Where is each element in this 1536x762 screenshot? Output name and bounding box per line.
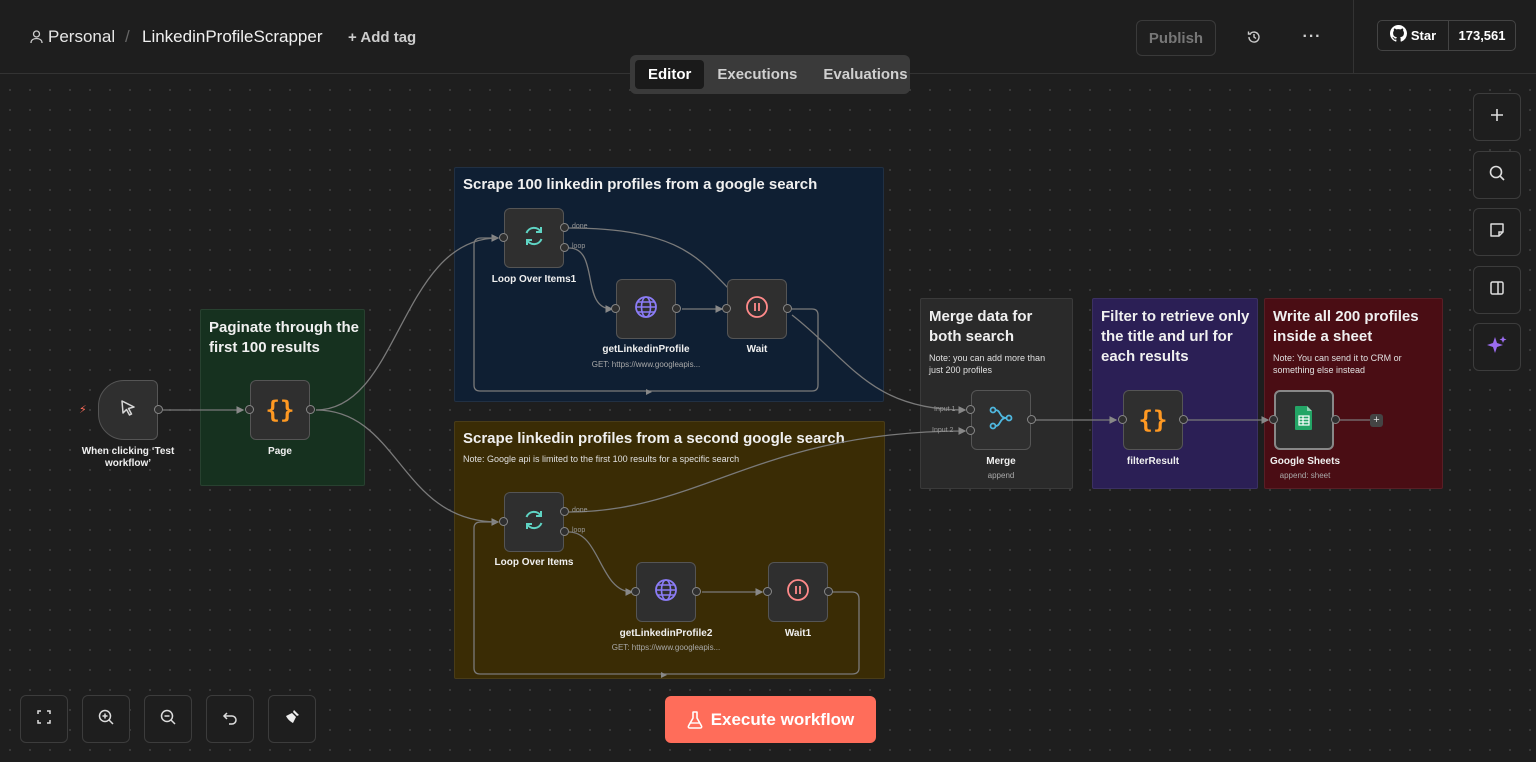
- sparkle-icon: [1486, 334, 1508, 361]
- reset-zoom-button[interactable]: [206, 695, 254, 743]
- panel-icon: [1489, 280, 1505, 301]
- zoom-out-button[interactable]: [144, 695, 192, 743]
- input1-port[interactable]: [966, 405, 975, 414]
- node-label: Google Sheets: [1269, 456, 1340, 467]
- done-port[interactable]: [560, 507, 569, 516]
- output-port[interactable]: [692, 587, 701, 596]
- connections-layer: [163, 227, 1370, 678]
- fit-screen-icon: [36, 709, 52, 730]
- search-nodes-button[interactable]: [1473, 151, 1521, 199]
- code-braces-icon: {}: [265, 396, 295, 424]
- toggle-panel-button[interactable]: [1473, 266, 1521, 314]
- get-linkedin-profile2-node[interactable]: [636, 562, 696, 622]
- loop-port-label: loop: [572, 527, 586, 534]
- input-port[interactable]: [499, 233, 508, 242]
- loop-over-items-node[interactable]: [504, 492, 564, 552]
- zoom-out-icon: [159, 708, 177, 731]
- output-port[interactable]: [306, 405, 315, 414]
- google-sheets-icon: [1294, 405, 1314, 436]
- output-port[interactable]: [783, 304, 792, 313]
- pause-icon: [786, 578, 810, 607]
- loop-port[interactable]: [560, 243, 569, 252]
- execute-label: Execute workflow: [710, 709, 855, 729]
- wait1-node[interactable]: [768, 562, 828, 622]
- filter-result-node[interactable]: {}: [1123, 390, 1183, 450]
- output-port[interactable]: [1027, 415, 1036, 424]
- search-icon: [1488, 164, 1506, 187]
- sticky-note-icon: [1489, 222, 1505, 243]
- input-port[interactable]: [763, 587, 772, 596]
- output-port[interactable]: [154, 405, 163, 414]
- zoom-in-button[interactable]: [82, 695, 130, 743]
- output-port[interactable]: [672, 304, 681, 313]
- node-label: Wait1: [784, 628, 812, 639]
- fit-view-button[interactable]: [20, 695, 68, 743]
- done-port[interactable]: [560, 223, 569, 232]
- manual-trigger-node[interactable]: [98, 380, 158, 440]
- undo-icon: [222, 709, 238, 730]
- merge-icon: [987, 404, 1015, 437]
- node-label: Wait: [746, 344, 768, 355]
- google-sheets-node[interactable]: [1274, 390, 1334, 450]
- merge-node[interactable]: [971, 390, 1031, 450]
- wait-node[interactable]: [727, 279, 787, 339]
- get-linkedin-profile-node[interactable]: [616, 279, 676, 339]
- code-braces-icon: {}: [1138, 406, 1168, 434]
- broom-icon: [283, 708, 301, 731]
- ai-assistant-button[interactable]: [1473, 323, 1521, 371]
- cursor-click-icon: [117, 397, 139, 424]
- node-subtitle: append: [987, 471, 1015, 480]
- node-label: Loop Over Items1: [491, 274, 577, 285]
- input-port[interactable]: [1269, 415, 1278, 424]
- node-subtitle: append: sheet: [1279, 471, 1331, 480]
- input-port[interactable]: [245, 405, 254, 414]
- globe-icon: [633, 294, 659, 325]
- flask-icon: [687, 710, 703, 729]
- input-port[interactable]: [631, 587, 640, 596]
- output-port[interactable]: [1179, 415, 1188, 424]
- node-label: getLinkedinProfile: [602, 344, 690, 355]
- zoom-in-icon: [97, 708, 115, 731]
- output-port[interactable]: [1331, 415, 1340, 424]
- node-label: Loop Over Items: [494, 557, 574, 568]
- input2-label: Input 2: [932, 427, 954, 434]
- page-code-node[interactable]: {}: [250, 380, 310, 440]
- node-subtitle: GET: https://www.googleapis...: [591, 360, 701, 369]
- input-port[interactable]: [499, 517, 508, 526]
- add-node-button[interactable]: [1473, 93, 1521, 141]
- node-label: Page: [268, 446, 292, 457]
- execute-workflow-button[interactable]: Execute workflow: [665, 696, 876, 743]
- input-port[interactable]: [611, 304, 620, 313]
- tidy-up-button[interactable]: [268, 695, 316, 743]
- input-port[interactable]: [722, 304, 731, 313]
- add-sticky-button[interactable]: [1473, 208, 1521, 256]
- loop-port-label: loop: [572, 243, 586, 250]
- loop-refresh-icon: [521, 507, 547, 538]
- node-label: When clicking ‘Test workflow’: [81, 446, 175, 469]
- trigger-bolt-icon: ⚡: [79, 404, 87, 416]
- add-node-plus-icon[interactable]: +: [1370, 414, 1383, 427]
- node-label: getLinkedinProfile2: [619, 628, 713, 639]
- pause-icon: [745, 295, 769, 324]
- globe-icon: [653, 577, 679, 608]
- output-port[interactable]: [824, 587, 833, 596]
- node-label: filterResult: [1126, 456, 1180, 467]
- input1-label: Input 1: [934, 406, 956, 413]
- loop-refresh-icon: [521, 223, 547, 254]
- input2-port[interactable]: [966, 426, 975, 435]
- loop-over-items1-node[interactable]: [504, 208, 564, 268]
- done-port-label: done: [572, 223, 588, 230]
- loop-port[interactable]: [560, 527, 569, 536]
- plus-icon: [1489, 107, 1505, 128]
- node-label: Merge: [986, 456, 1016, 467]
- done-port-label: done: [572, 507, 588, 514]
- node-subtitle: GET: https://www.googleapis...: [611, 643, 721, 652]
- input-port[interactable]: [1118, 415, 1127, 424]
